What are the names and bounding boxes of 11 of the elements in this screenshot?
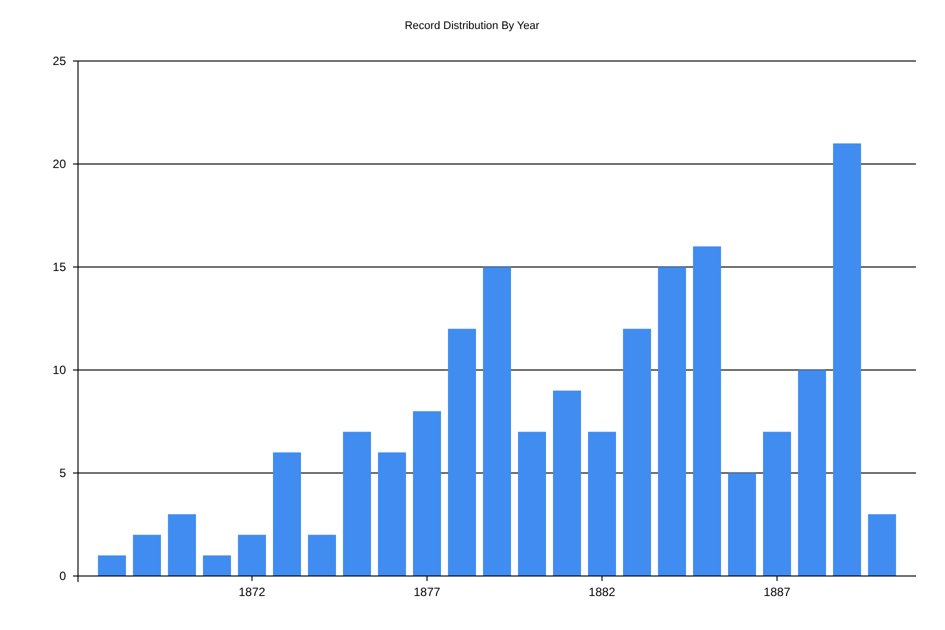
x-tick-label: 1872	[238, 585, 266, 599]
x-tick-label: 1887	[764, 585, 790, 599]
y-tick-label: 5	[59, 466, 66, 480]
y-tick-label: 25	[52, 54, 66, 68]
chart-title: Record Distribution By Year	[404, 20, 540, 32]
y-tick-label: 20	[52, 157, 66, 171]
x-tick-label: 1882	[588, 585, 616, 599]
y-tick-label: 10	[52, 363, 66, 377]
y-tick-label: 0	[59, 569, 66, 583]
x-tick-label: 1877	[414, 585, 440, 599]
y-tick-label: 15	[52, 260, 66, 274]
